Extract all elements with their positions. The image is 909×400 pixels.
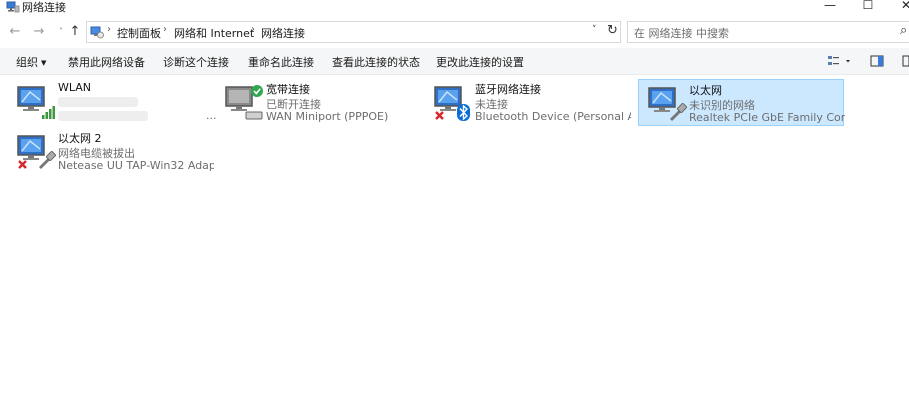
connection-name: WLAN bbox=[58, 81, 92, 94]
change-settings-button[interactable]: 更改此连接的设置 bbox=[436, 54, 524, 70]
view-status-button[interactable]: 查看此连接的状态 bbox=[332, 54, 420, 70]
connection-device: Bluetooth Device (Personal Are... bbox=[475, 110, 631, 123]
rename-button[interactable]: 重命名此连接 bbox=[248, 54, 314, 70]
connection-device: Netease UU TAP-Win32 Adapt... bbox=[58, 159, 214, 172]
search-box[interactable]: 在 网络连接 中搜索 ⌕ bbox=[627, 21, 909, 43]
breadcrumb-separator: › bbox=[163, 24, 167, 35]
close-button[interactable]: ✕ bbox=[886, 0, 909, 14]
ethernet-disconnected-icon bbox=[16, 133, 56, 171]
refresh-icon[interactable]: ↻ bbox=[607, 23, 618, 38]
connection-name: 以太网 2 bbox=[58, 132, 102, 145]
preview-pane-icon[interactable] bbox=[869, 53, 885, 69]
connection-bluetooth[interactable]: 蓝牙网络连接 未连接 Bluetooth Device (Personal Ar… bbox=[425, 79, 631, 126]
connection-name: 蓝牙网络连接 bbox=[475, 83, 541, 96]
connection-broadband[interactable]: 宽带连接 已断开连接 WAN Miniport (PPPOE) bbox=[216, 79, 422, 126]
breadcrumb-network-internet[interactable]: 网络和 Internet bbox=[174, 25, 254, 41]
up-button[interactable]: ↑ bbox=[66, 22, 84, 42]
network-connections-app-icon bbox=[6, 1, 20, 13]
minimize-button[interactable]: — bbox=[810, 0, 850, 14]
window-title: 网络连接 bbox=[22, 1, 66, 14]
search-placeholder: 在 网络连接 中搜索 bbox=[634, 27, 729, 40]
back-button[interactable]: ← bbox=[6, 22, 24, 42]
connection-ethernet[interactable]: 以太网 未识别的网络 Realtek PCIe GbE Family Contr… bbox=[638, 79, 845, 126]
connection-ethernet-2[interactable]: 以太网 2 网络电缆被拔出 Netease UU TAP-Win32 Adapt… bbox=[8, 128, 214, 175]
ethernet-network-icon bbox=[647, 85, 687, 123]
connection-name: 以太网 bbox=[689, 84, 722, 97]
connection-device: Realtek PCIe GbE Family Contr... bbox=[689, 111, 845, 124]
connection-device: WAN Miniport (PPPOE) bbox=[266, 110, 389, 123]
organize-label: 组织 bbox=[16, 56, 38, 69]
organize-menu[interactable]: 组织 ▼ bbox=[16, 54, 46, 70]
address-history-dropdown[interactable]: ˅ bbox=[592, 25, 597, 35]
wireless-network-icon bbox=[16, 84, 56, 122]
connection-name: 宽带连接 bbox=[266, 83, 310, 96]
connection-device: ... bbox=[206, 109, 217, 122]
help-icon[interactable] bbox=[901, 53, 909, 69]
search-icon[interactable]: ⌕ bbox=[900, 23, 907, 38]
command-bar: 组织 ▼ 禁用此网络设备 诊断这个连接 重命名此连接 查看此连接的状态 更改此连接… bbox=[0, 48, 909, 75]
address-bar[interactable]: › 控制面板 › 网络和 Internet › 网络连接 ˅ ↻ bbox=[86, 21, 621, 43]
caret-down-icon: ▼ bbox=[41, 59, 47, 67]
connection-wlan[interactable]: WLAN ... bbox=[8, 79, 217, 126]
breadcrumb-control-panel[interactable]: 控制面板 bbox=[117, 25, 161, 41]
change-view-icon[interactable] bbox=[827, 53, 855, 69]
diagnose-button[interactable]: 诊断这个连接 bbox=[163, 54, 229, 70]
forward-button[interactable]: → bbox=[30, 22, 48, 42]
navigation-row: ← → ˅ ↑ › 控制面板 › 网络和 Internet › 网络连接 ˅ ↻… bbox=[0, 18, 909, 46]
maximize-button[interactable]: ☐ bbox=[848, 0, 888, 14]
disable-device-button[interactable]: 禁用此网络设备 bbox=[68, 54, 145, 70]
redacted-device bbox=[58, 111, 148, 121]
breadcrumb-separator: › bbox=[107, 24, 111, 35]
broadband-network-icon bbox=[224, 84, 264, 122]
redacted-status bbox=[58, 97, 138, 107]
breadcrumb-separator: › bbox=[251, 24, 255, 35]
breadcrumb-network-connections[interactable]: 网络连接 bbox=[261, 25, 305, 41]
bluetooth-network-icon bbox=[433, 84, 473, 122]
title-bar: 网络连接 — ☐ ✕ bbox=[0, 0, 909, 14]
control-panel-icon bbox=[90, 25, 104, 39]
